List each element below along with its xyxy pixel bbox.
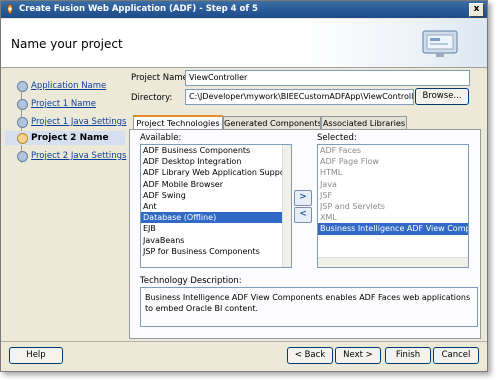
selected-list-item[interactable]: Java	[318, 179, 468, 190]
browse-button[interactable]: Browse...	[415, 88, 469, 105]
step-application-name[interactable]: Application Name	[5, 79, 125, 93]
project-name-label: Project Name:	[131, 73, 191, 83]
step-label: Project 1 Java Settings	[31, 117, 127, 127]
project-name-input[interactable]: ViewController	[185, 70, 470, 86]
available-list-item[interactable]: Ant	[141, 201, 291, 212]
selected-list-item[interactable]: JSP and Servlets	[318, 201, 468, 212]
page-title: Name your project	[11, 37, 123, 51]
available-list-item[interactable]: ADF Library Web Application Support	[141, 167, 291, 178]
directory-input[interactable]: C:\JDeveloper\mywork\BIEECustomADFApp\Vi…	[185, 89, 414, 105]
step-node-current-icon	[17, 133, 28, 144]
available-list-item[interactable]: ADF Desktop Integration	[141, 156, 291, 167]
move-right-button[interactable]: >	[294, 190, 312, 206]
selected-label: Selected:	[317, 133, 357, 143]
available-list-item[interactable]: EJB	[141, 223, 291, 234]
step-label: Project 1 Name	[31, 99, 96, 109]
app-icon	[7, 3, 13, 15]
dialog-footer: Help < Back Next > Finish Cancel	[1, 341, 487, 371]
computer-icon	[422, 30, 458, 57]
available-list-item[interactable]: ADF Swing	[141, 190, 291, 201]
step-node-icon	[17, 151, 28, 162]
available-list-item[interactable]: ADF Mobile Browser	[141, 179, 291, 190]
cancel-button[interactable]: Cancel	[433, 347, 479, 364]
help-button[interactable]: Help	[9, 347, 63, 364]
back-button[interactable]: < Back	[287, 347, 333, 364]
available-list[interactable]: ADF Business Components ADF Desktop Inte…	[140, 144, 292, 268]
tab-associated-libraries[interactable]: Associated Libraries	[321, 116, 407, 130]
available-list-item[interactable]: ADF Business Components	[141, 145, 291, 156]
step-node-icon	[17, 117, 28, 128]
title-bar[interactable]: Create Fusion Web Application (ADF) - St…	[1, 1, 487, 18]
step-project-1-java-settings[interactable]: Project 1 Java Settings	[5, 115, 127, 129]
step-label: Project 2 Name	[31, 133, 109, 143]
wizard-steps: Application Name Project 1 Name Project …	[5, 69, 127, 339]
technology-description-text: Business Intelligence ADF View Component…	[140, 287, 478, 327]
window-title: Create Fusion Web Application (ADF) - St…	[19, 4, 258, 14]
step-content: Project Name: ViewController Directory: …	[129, 69, 481, 339]
selected-list-scrollbar[interactable]	[318, 257, 468, 267]
finish-button[interactable]: Finish	[385, 347, 431, 364]
step-label: Application Name	[31, 81, 107, 91]
available-list-item[interactable]: JSP for Business Components	[141, 246, 291, 257]
available-list-item[interactable]: JavaBeans	[141, 235, 291, 246]
directory-label: Directory:	[131, 93, 173, 103]
step-node-icon	[17, 99, 28, 110]
technology-description-label: Technology Description:	[140, 276, 242, 286]
selected-list-item[interactable]: HTML	[318, 167, 468, 178]
available-label: Available:	[140, 133, 182, 143]
available-list-scrollbar[interactable]	[282, 145, 291, 267]
selected-list-item[interactable]: ADF Page Flow	[318, 156, 468, 167]
available-list-item-selected[interactable]: Database (Offline)	[141, 212, 291, 224]
close-button[interactable]: x	[469, 3, 484, 17]
tab-strip: Project Technologies Generated Component…	[129, 115, 481, 131]
move-left-button[interactable]: <	[294, 207, 312, 223]
step-project-2-name[interactable]: Project 2 Name	[5, 131, 125, 145]
wizard-dialog: Create Fusion Web Application (ADF) - St…	[0, 0, 488, 372]
selected-list-item[interactable]: JSF	[318, 190, 468, 201]
step-project-1-name[interactable]: Project 1 Name	[5, 97, 125, 111]
selected-list-item-selected[interactable]: Business Intelligence ADF View Componen	[318, 223, 468, 235]
step-node-icon	[17, 81, 28, 92]
selected-list-item[interactable]: ADF Faces	[318, 145, 468, 156]
project-technologies-panel: Available: ADF Business Components ADF D…	[129, 129, 481, 339]
selected-list[interactable]: ADF Faces ADF Page Flow HTML Java JSF JS…	[317, 144, 469, 268]
selected-list-item[interactable]: XML	[318, 212, 468, 223]
tab-generated-components[interactable]: Generated Components	[223, 116, 321, 130]
next-button[interactable]: Next >	[335, 347, 381, 364]
step-label: Project 2 Java Settings	[31, 151, 127, 161]
step-project-2-java-settings[interactable]: Project 2 Java Settings	[5, 149, 127, 163]
header-banner: Name your project	[1, 19, 487, 68]
